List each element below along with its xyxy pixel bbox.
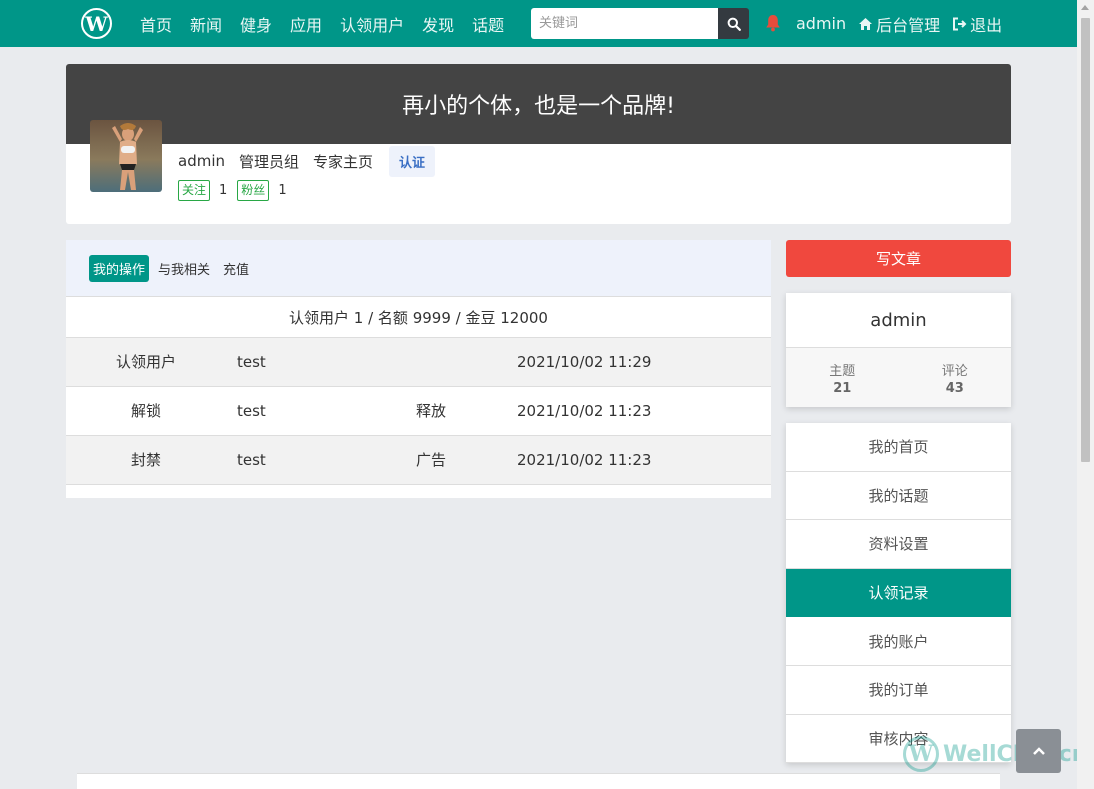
record-note: 释放 (416, 402, 447, 420)
comments-label: 评论 (941, 363, 968, 379)
user-stats: 主题 21 评论 43 (786, 348, 1011, 407)
logout-link[interactable]: 退出 (952, 12, 1002, 36)
nav-link-fitness[interactable]: 健身 (240, 12, 272, 36)
profile-card: 再小的个体，也是一个品牌! admin 管理员组 专家主页 认证 关注 1 粉丝… (66, 64, 1011, 224)
certify-badge[interactable]: 认证 (389, 145, 436, 177)
search-icon (727, 17, 741, 31)
logout-icon (953, 17, 967, 30)
claim-records-panel: 我的操作 与我相关 充值 认领用户 1 / 名额 9999 / 金豆 12000… (66, 240, 771, 498)
claim-summary: 认领用户 1 / 名额 9999 / 金豆 12000 (66, 297, 771, 338)
profile-banner: 再小的个体，也是一个品牌! (66, 64, 1011, 144)
admin-panel-label: 后台管理 (876, 15, 941, 35)
scrollbar-thumb[interactable] (1081, 18, 1090, 462)
fans-count: 1 (278, 183, 287, 198)
avatar-image (90, 120, 162, 192)
nav-link-apps[interactable]: 应用 (290, 12, 322, 36)
tab-related-to-me[interactable]: 与我相关 (154, 255, 214, 282)
admin-panel-link[interactable]: 后台管理 (858, 12, 940, 36)
home-icon (859, 17, 873, 30)
tab-recharge[interactable]: 充值 (219, 255, 253, 282)
record-note: 广告 (416, 451, 447, 469)
menu-item-claim-records[interactable]: 认领记录 (786, 568, 1011, 618)
comments-stat[interactable]: 评论 43 (899, 348, 1012, 407)
menu-item-my-orders[interactable]: 我的订单 (786, 666, 1011, 715)
table-row: 封禁 test 广告 2021/10/02 11:23 (66, 436, 771, 485)
scroll-up-arrow-icon[interactable] (1081, 5, 1089, 10)
tab-my-actions[interactable]: 我的操作 (89, 254, 150, 282)
watermark-logo-icon: W (903, 736, 939, 772)
menu-item-my-topics[interactable]: 我的话题 (786, 472, 1011, 521)
follow-count: 1 (219, 183, 228, 198)
nav-link-home[interactable]: 首页 (140, 12, 172, 36)
logout-label: 退出 (970, 15, 1003, 35)
record-time: 2021/10/02 11:23 (517, 451, 652, 469)
nav-link-topics[interactable]: 话题 (472, 12, 504, 36)
search-button[interactable] (718, 8, 749, 39)
record-time: 2021/10/02 11:29 (517, 353, 652, 371)
profile-name[interactable]: admin (178, 152, 225, 170)
top-navbar: W 首页 新闻 健身 应用 认领用户 发现 话题 admin 后台管理 退出 (0, 0, 1077, 47)
sidebar-username[interactable]: admin (786, 293, 1011, 348)
table-row: 认领用户 test 2021/10/02 11:29 (66, 338, 771, 387)
write-article-button[interactable]: 写文章 (786, 240, 1011, 277)
profile-group: 管理员组 (239, 152, 300, 171)
comments-count: 43 (945, 380, 964, 396)
bell-icon[interactable] (765, 14, 781, 32)
record-user[interactable]: test (237, 338, 266, 386)
chevron-up-icon (1032, 747, 1045, 755)
topics-count: 21 (833, 380, 852, 396)
search-input[interactable] (531, 8, 718, 39)
expert-homepage-link[interactable]: 专家主页 (313, 151, 373, 172)
record-action: 认领用户 (115, 353, 176, 371)
nav-username[interactable]: admin (796, 14, 846, 33)
topics-stat[interactable]: 主题 21 (786, 348, 899, 407)
nav-link-news[interactable]: 新闻 (190, 12, 222, 36)
avatar[interactable] (90, 120, 162, 192)
menu-item-profile-settings[interactable]: 资料设置 (786, 520, 1011, 569)
table-row: 解锁 test 释放 2021/10/02 11:23 (66, 387, 771, 436)
back-to-top-button[interactable] (1016, 729, 1061, 773)
user-nav: admin 后台管理 退出 (796, 0, 1014, 47)
record-user[interactable]: test (237, 387, 266, 435)
topics-label: 主题 (829, 363, 856, 379)
fans-badge[interactable]: 粉丝 (237, 180, 270, 201)
record-user[interactable]: test (237, 436, 266, 484)
user-stats-card: admin 主题 21 评论 43 (786, 293, 1011, 407)
page-scrollbar[interactable] (1077, 0, 1094, 789)
site-logo[interactable]: W (81, 8, 112, 39)
menu-item-my-home[interactable]: 我的首页 (786, 423, 1011, 472)
nav-link-discover[interactable]: 发现 (422, 12, 454, 36)
profile-info: admin 管理员组 专家主页 认证 (178, 145, 449, 177)
record-time: 2021/10/02 11:23 (517, 402, 652, 420)
menu-item-my-account[interactable]: 我的账户 (786, 617, 1011, 666)
nav-link-claim-users[interactable]: 认领用户 (340, 12, 404, 36)
follow-badge[interactable]: 关注 (178, 180, 211, 201)
profile-counts: 关注 1 粉丝 1 (178, 180, 297, 201)
footer-card-edge (77, 773, 1000, 789)
record-action: 封禁 (130, 451, 161, 469)
record-tabs: 我的操作 与我相关 充值 (66, 240, 771, 297)
user-menu: 我的首页 我的话题 资料设置 认领记录 我的账户 我的订单 审核内容 (786, 423, 1011, 763)
main-nav: 首页 新闻 健身 应用 认领用户 发现 话题 (131, 0, 513, 47)
search-box (531, 8, 749, 39)
record-action: 解锁 (130, 402, 161, 420)
